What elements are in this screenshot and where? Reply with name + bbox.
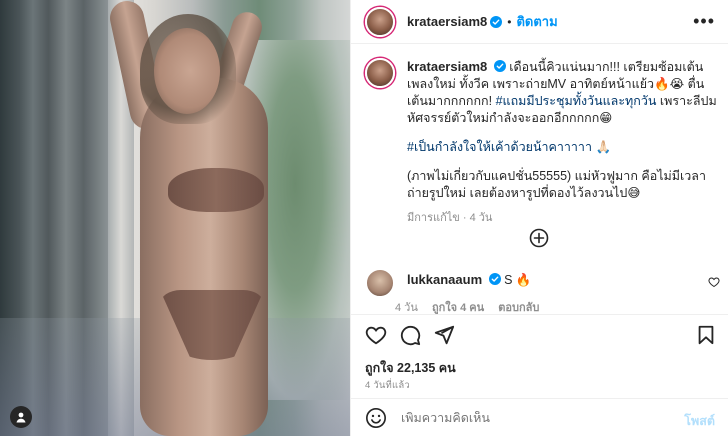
share-icon[interactable] — [433, 324, 455, 346]
hashtag-link[interactable]: #แถมมีประชุมทั้งวันและทุกวัน — [496, 94, 657, 108]
post-comment-button[interactable]: โพสต์ — [684, 411, 715, 431]
comment-icon[interactable] — [399, 324, 421, 346]
caption-meta: มีการแก้ไข · 4 วัน — [407, 212, 493, 224]
author-username[interactable]: krataersiam8 — [407, 14, 487, 29]
comment-input[interactable] — [401, 410, 651, 425]
caption-body: krataersiam8 เดือนนี้คิวแน่นมาก!!! เตรีย… — [407, 58, 720, 227]
verified-icon — [488, 273, 501, 285]
post-date: 4 วันที่แล้ว — [365, 380, 410, 391]
action-bar — [351, 314, 728, 354]
comment-item: lukkanaaum S 🔥 4 วัน ถูกใจ 4 คน ตอบกลับ — [365, 268, 720, 316]
post-photo[interactable] — [0, 0, 350, 436]
bookmark-icon[interactable] — [695, 324, 717, 346]
emoji-icon[interactable] — [365, 407, 387, 429]
separator-dot: • — [507, 14, 512, 29]
comment-time: 4 วัน — [395, 302, 418, 314]
heart-icon[interactable] — [365, 324, 387, 346]
comment-likes[interactable]: ถูกใจ 4 คน — [432, 302, 484, 314]
follow-button[interactable]: ติดตาม — [516, 11, 557, 32]
post-details-panel: krataersiam8 • ติดตาม ••• krataersiam8 เ… — [350, 0, 728, 436]
verified-icon — [490, 15, 503, 28]
likes-count[interactable]: ถูกใจ 22,135 คน — [365, 358, 456, 378]
user-icon — [16, 412, 26, 423]
verified-icon — [493, 60, 506, 72]
comment-composer: โพสต์ — [351, 398, 728, 436]
caption-line-2-tail: 🙏🏻 — [591, 140, 612, 154]
commenter-avatar[interactable] — [365, 268, 395, 298]
caption-line-3: (ภาพไม่เกี่ยวกับแคปชั่น55555) แม่หัวฟูมา… — [407, 169, 706, 200]
comment-text: S 🔥 — [504, 273, 532, 287]
add-circle-icon[interactable] — [529, 228, 549, 248]
post-header: krataersiam8 • ติดตาม ••• — [351, 0, 728, 44]
author-avatar[interactable] — [365, 6, 395, 37]
figure-body — [140, 78, 268, 436]
post-caption: krataersiam8 เดือนนี้คิวแน่นมาก!!! เตรีย… — [365, 58, 720, 227]
figure-head — [154, 28, 220, 114]
caption-author-avatar[interactable] — [365, 58, 395, 88]
hashtag-link[interactable]: #เป็นกำลังใจให้เค้าด้วยน้าคาาาาา — [407, 140, 592, 154]
swimsuit-top — [168, 168, 264, 212]
reply-button[interactable]: ตอบกลับ — [498, 302, 539, 314]
caption-username[interactable]: krataersiam8 — [407, 59, 487, 74]
more-icon[interactable]: ••• — [693, 12, 715, 30]
heart-icon[interactable] — [708, 276, 720, 288]
commenter-username[interactable]: lukkanaaum — [407, 272, 482, 287]
tagged-user-button[interactable] — [10, 406, 32, 428]
